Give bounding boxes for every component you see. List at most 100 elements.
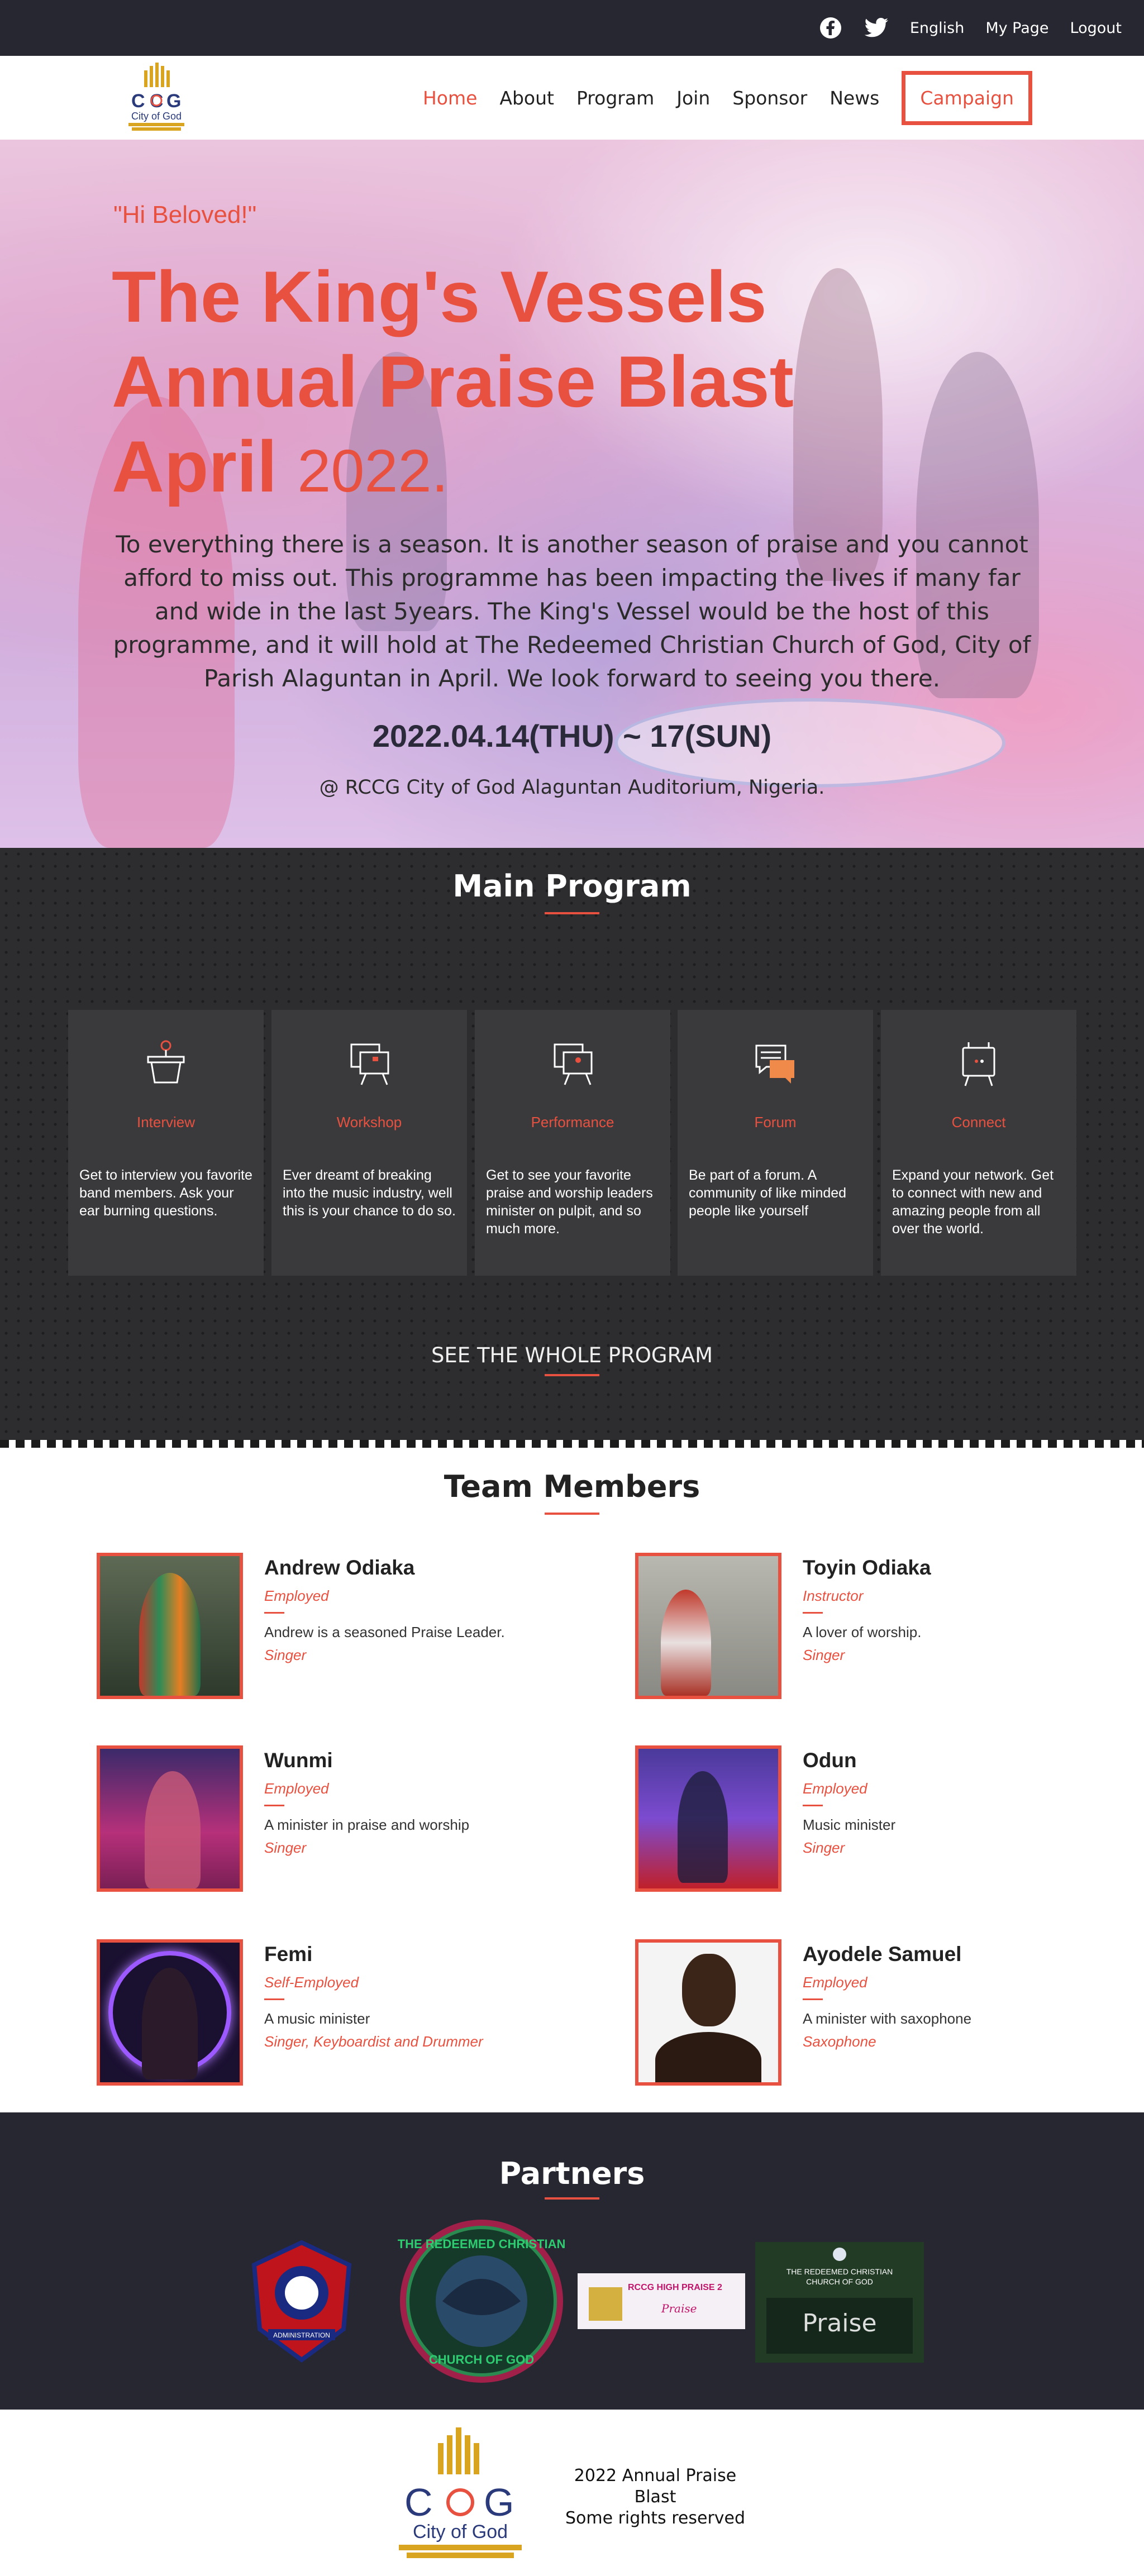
member-divider	[264, 1612, 284, 1614]
hero-description: To everything there is a season. It is a…	[113, 531, 1031, 692]
campaign-button[interactable]: Campaign	[902, 70, 1032, 125]
member-desc: Andrew is a seasoned Praise Leader.	[264, 1624, 505, 1640]
svg-text:CHURCH OF GOD: CHURCH OF GOD	[806, 2277, 873, 2286]
footer: C G City of God 2022 Annual Praise Blast…	[0, 2410, 1144, 2576]
nav-join[interactable]: Join	[676, 87, 710, 109]
avatar	[97, 1939, 243, 2086]
footer-line1: 2022 Annual Praise Blast	[574, 2466, 737, 2507]
avatar-body	[655, 2032, 761, 2082]
program-card-name: Workshop	[336, 1114, 402, 1130]
member-name: Wunmi	[264, 1749, 333, 1772]
logo-subtitle: City of God	[131, 111, 182, 122]
avatar-figure	[661, 1590, 711, 1696]
program-card-performance[interactable]: Performance Get to see your favorite pra…	[475, 1010, 670, 1276]
footer-logo-subtitle: City of God	[413, 2521, 508, 2542]
language-link[interactable]: English	[910, 20, 965, 37]
hero-greeting: "Hi Beloved!"	[113, 201, 257, 228]
rccg-city-of-god-logo[interactable]: THE REDEEMED CHRISTIAN CHURCH OF GOD	[398, 2217, 565, 2385]
member-desc: A minister with saxophone	[803, 2010, 972, 2027]
avatar-figure	[139, 1573, 201, 1696]
member-role: Instructor	[803, 1587, 864, 1604]
team-member-card: Femi Self-Employed A music minister Sing…	[97, 1939, 544, 2086]
avatar-figure	[142, 1968, 198, 2079]
member-role: Employed	[803, 1974, 867, 1991]
rccg-admin-logo-text: ADMINISTRATION	[273, 2331, 330, 2339]
team-title-underline	[545, 1513, 599, 1515]
basket-icon	[144, 1038, 188, 1088]
see-all-underline	[545, 1374, 599, 1376]
presentation-icon	[550, 1038, 595, 1088]
program-card-forum[interactable]: Forum Be part of a forum. A community of…	[678, 1010, 873, 1276]
praise-team-logo-text: THE REDEEMED CHRISTIAN	[786, 2267, 893, 2276]
member-skill: Singer, Keyboardist and Drummer	[264, 2033, 483, 2050]
partners-title-underline	[545, 2197, 599, 2200]
footer-logo[interactable]: C G City of God	[382, 2426, 538, 2560]
twitter-icon[interactable]	[864, 16, 889, 40]
hero-title-line1: The King's Vessels	[112, 256, 767, 337]
program-card-connect[interactable]: Connect Expand your network. Get to conn…	[881, 1010, 1076, 1276]
member-skill: Singer	[264, 1647, 307, 1663]
member-desc: A music minister	[264, 2010, 370, 2027]
member-desc: A minister in praise and worship	[264, 1816, 470, 1833]
hero-venue: @ RCCG City of God Alaguntan Auditorium,…	[319, 776, 825, 799]
avatar	[635, 1553, 781, 1699]
program-card-desc: Get to see your favorite praise and wors…	[486, 1167, 653, 1237]
avatar	[97, 1553, 243, 1699]
facebook-icon[interactable]	[818, 16, 843, 40]
member-desc: Music minister	[803, 1816, 896, 1833]
praise-banner-logo[interactable]: RCCG HIGH PRAISE 2 Praise	[578, 2273, 745, 2329]
team-member-card: Odun Employed Music minister Singer	[635, 1745, 1082, 1892]
team-title: Team Members	[444, 1469, 700, 1504]
program-card-desc: Ever dreamt of breaking into the music i…	[283, 1167, 456, 1219]
program-card-desc: Be part of a forum. A community of like …	[689, 1167, 847, 1219]
hero-dates: 2022.04.14(THU) ~ 17(SUN)	[372, 718, 772, 753]
hero-title: The King's Vessels Annual Praise Blast A…	[112, 254, 894, 513]
praise-team-logo[interactable]: THE REDEEMED CHRISTIAN CHURCH OF GOD Pra…	[755, 2242, 924, 2363]
praise-banner-logo-text: RCCG HIGH PRAISE 2	[628, 2283, 722, 2292]
rccg-city-of-god-logo-text: THE REDEEMED CHRISTIAN	[398, 2237, 565, 2251]
member-skill: Saxophone	[803, 2033, 876, 2050]
nav-news[interactable]: News	[830, 87, 879, 109]
member-name: Ayodele Samuel	[803, 1943, 962, 1966]
member-role: Employed	[264, 1780, 329, 1797]
team-member-card: Ayodele Samuel Employed A minister with …	[635, 1939, 1082, 2086]
member-name: Odun	[803, 1749, 857, 1772]
team-member-card: Wunmi Employed A minister in praise and …	[97, 1745, 544, 1892]
member-skill: Singer	[803, 1839, 845, 1856]
program-title: Main Program	[452, 869, 692, 904]
nav-home[interactable]: Home	[423, 87, 477, 109]
my-page-link[interactable]: My Page	[985, 20, 1048, 37]
hero-title-line3: April 2022.	[112, 424, 894, 513]
svg-text:G: G	[166, 90, 181, 112]
chat-bubbles-icon	[753, 1038, 798, 1088]
avatar-figure	[145, 1771, 201, 1888]
svg-text:C: C	[404, 2480, 433, 2524]
nav-about[interactable]: About	[499, 87, 554, 109]
svg-text:Praise: Praise	[802, 2309, 876, 2338]
rccg-admin-logo[interactable]: ADMINISTRATION	[246, 2240, 358, 2363]
logout-link[interactable]: Logout	[1070, 20, 1122, 37]
site-logo[interactable]: C C G City of God	[117, 63, 196, 134]
program-card-interview[interactable]: Interview Get to interview you favorite …	[68, 1010, 264, 1276]
board-icon	[956, 1038, 1001, 1088]
svg-text:CHURCH OF GOD: CHURCH OF GOD	[429, 2353, 534, 2367]
program-card-workshop[interactable]: Workshop Ever dreamt of breaking into th…	[271, 1010, 467, 1276]
nav-program[interactable]: Program	[576, 87, 654, 109]
top-bar: English My Page Logout	[0, 0, 1144, 56]
hero-title-line2: Annual Praise Blast	[112, 341, 794, 422]
member-name: Andrew Odiaka	[264, 1556, 415, 1579]
program-card-desc: Expand your network. Get to connect with…	[892, 1167, 1054, 1237]
avatar-figure	[678, 1771, 728, 1883]
footer-text: 2022 Annual Praise Blast Some rights res…	[563, 2465, 747, 2529]
member-role: Self-Employed	[264, 1974, 359, 1991]
program-card-name: Connect	[951, 1114, 1006, 1130]
partners-title: Partners	[499, 2156, 645, 2191]
member-name: Femi	[264, 1943, 313, 1966]
nav-sponsor[interactable]: Sponsor	[732, 87, 807, 109]
member-role: Employed	[803, 1780, 867, 1797]
svg-text:C: C	[131, 90, 145, 112]
svg-text:Praise: Praise	[661, 2302, 697, 2315]
program-card-name: Interview	[136, 1114, 196, 1130]
see-whole-program-link[interactable]: SEE THE WHOLE PROGRAM	[0, 1343, 1144, 1367]
avatar	[635, 1939, 781, 2086]
